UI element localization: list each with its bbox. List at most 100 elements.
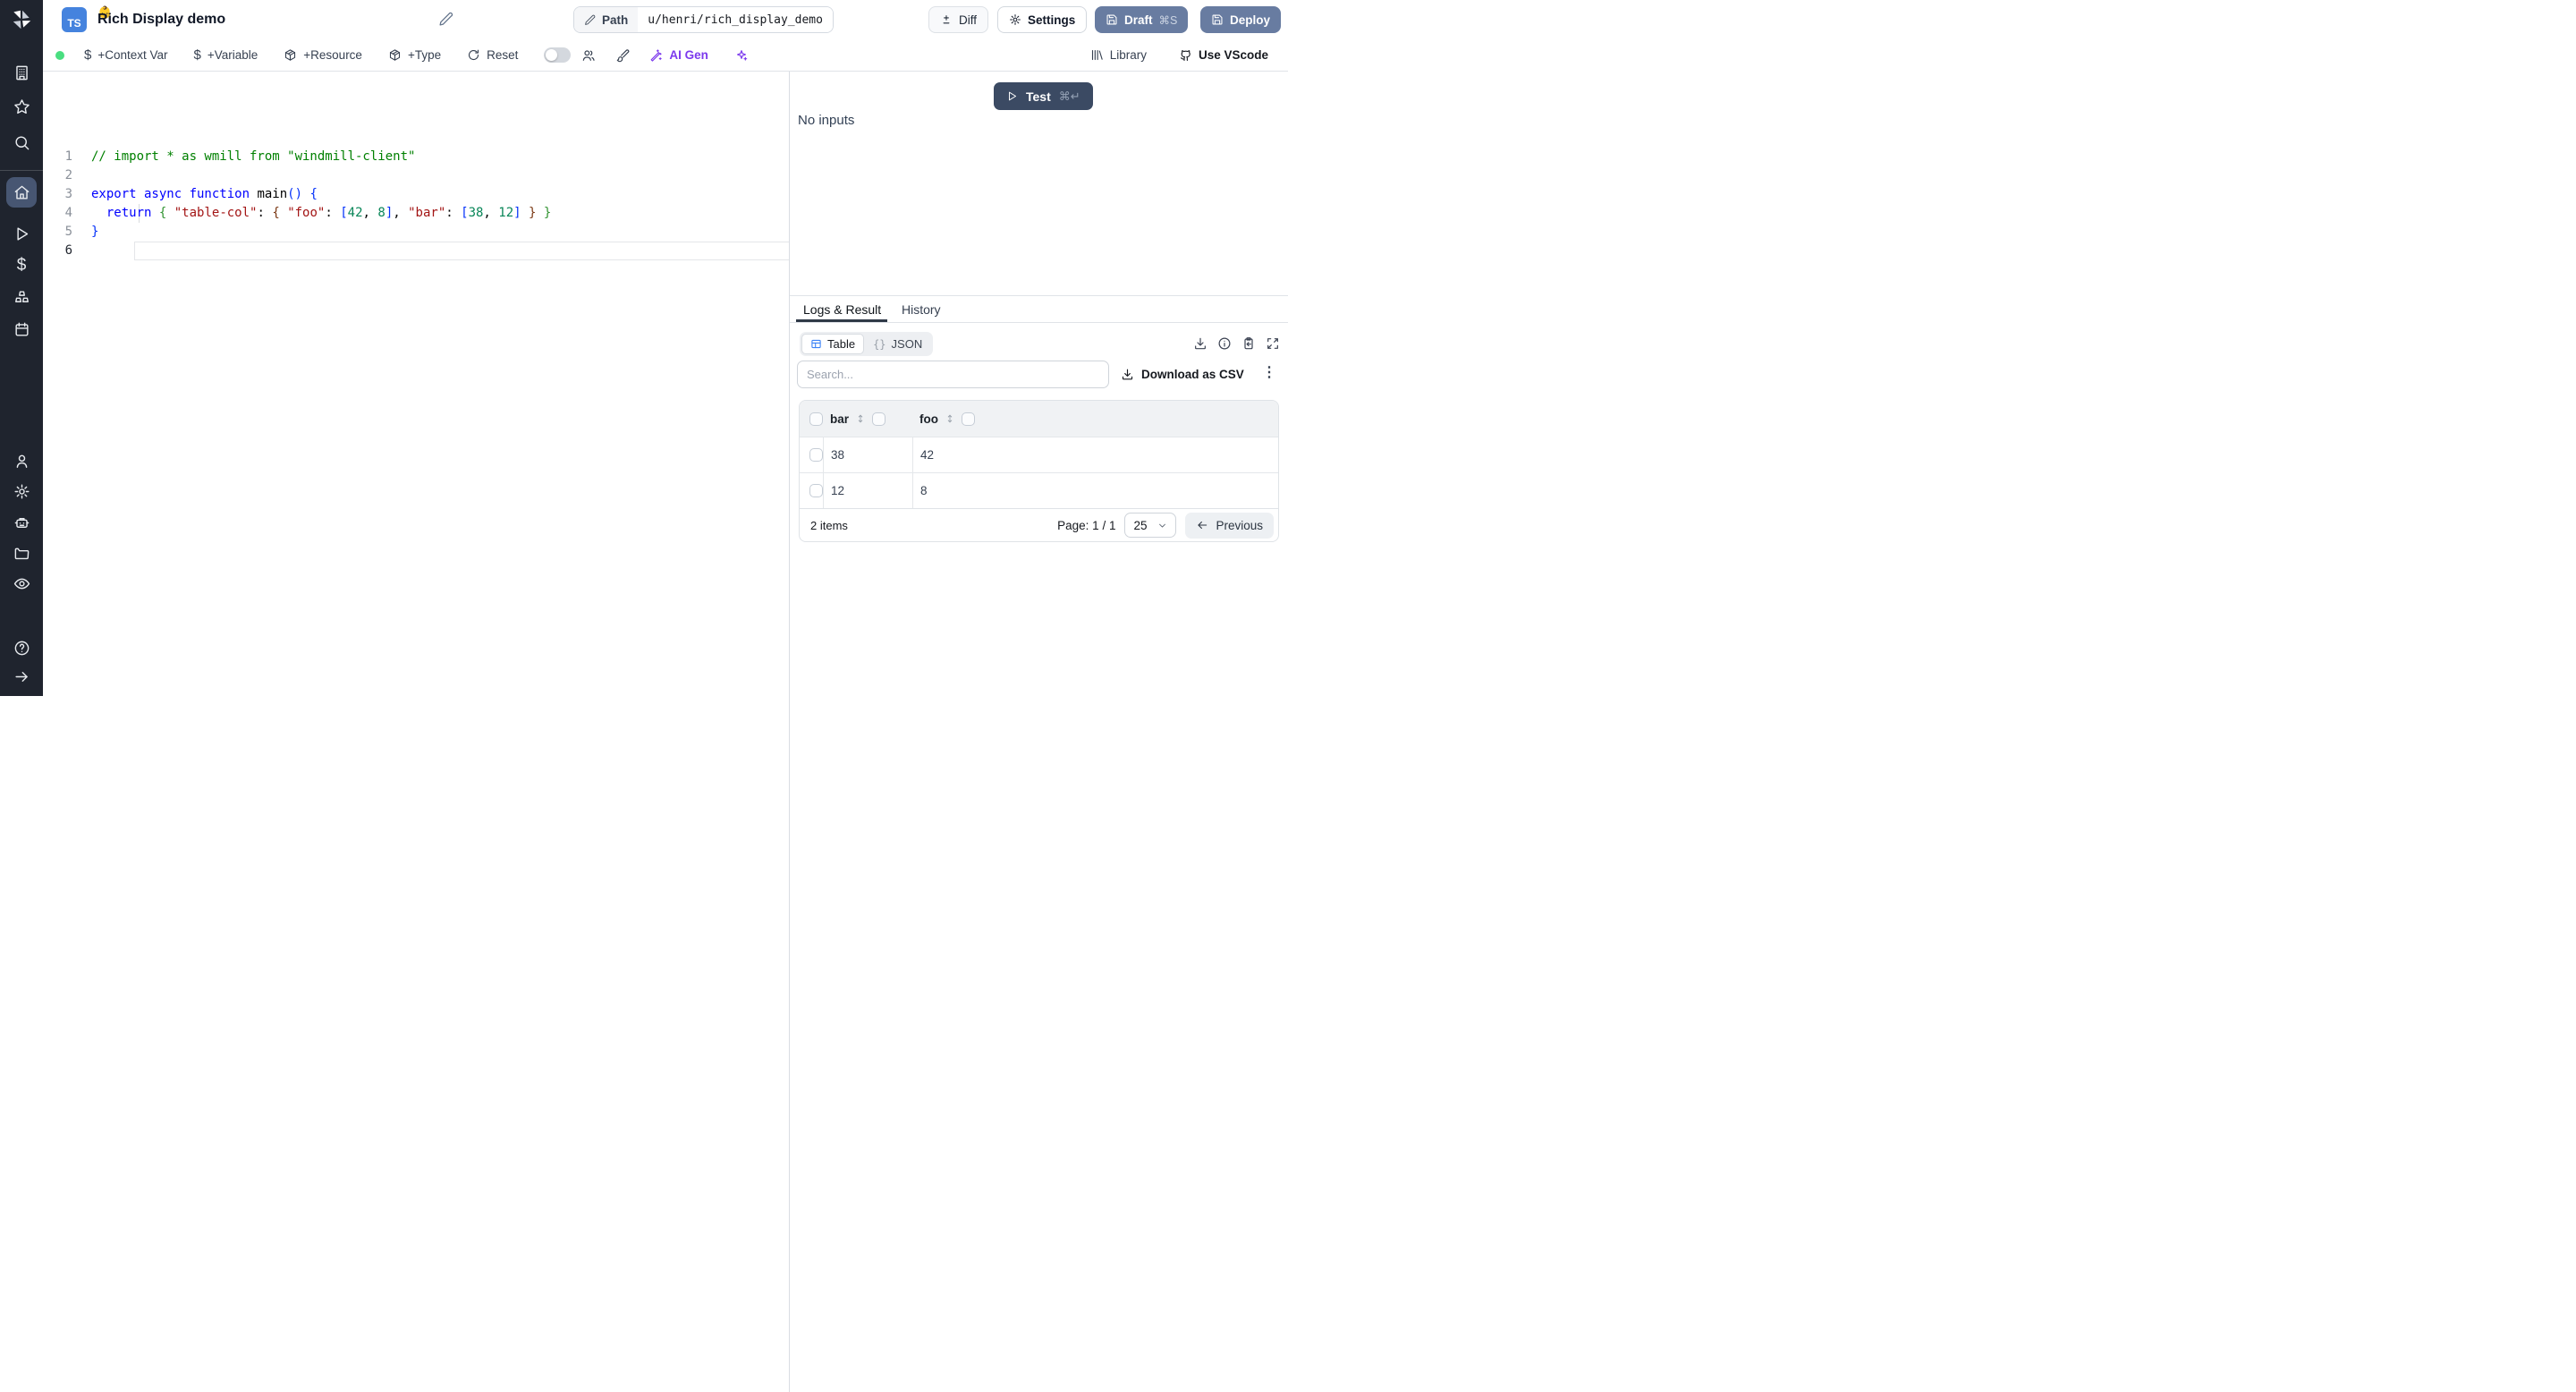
code-line-5[interactable]: 5} <box>43 223 789 242</box>
tab-history[interactable]: History <box>902 302 941 317</box>
settings-button-label: Settings <box>1028 13 1076 27</box>
test-button-label: Test <box>1026 89 1051 104</box>
collab-toggle[interactable] <box>544 47 572 63</box>
table-menu-kebab-icon[interactable]: ⋮ <box>1262 363 1276 381</box>
header: TS 👶 Rich Display demo Path u/henri/rich… <box>43 0 1288 39</box>
path-label: Path <box>602 13 629 27</box>
page-indicator: Page: 1 / 1 <box>1057 518 1116 532</box>
sidebar-item-folders[interactable] <box>0 538 43 568</box>
sidebar-item-settings[interactable] <box>0 476 43 506</box>
row-checkbox[interactable] <box>809 484 823 497</box>
select-all-checkbox[interactable] <box>809 412 823 426</box>
users-icon[interactable] <box>581 48 596 63</box>
sort-bar-icon[interactable] <box>855 412 866 425</box>
typescript-badge: TS 👶 <box>62 6 112 32</box>
add-resource-label: +Resource <box>303 48 362 62</box>
diff-button[interactable]: Diff <box>928 6 989 33</box>
sidebar-item-runs[interactable] <box>0 218 43 249</box>
code-line-6[interactable]: 6 <box>43 242 789 260</box>
add-resource-button[interactable]: +Resource <box>284 48 362 62</box>
add-variable-button[interactable]: $ +Variable <box>194 47 258 63</box>
page-size-select[interactable]: 25 <box>1124 513 1177 538</box>
path-value: u/henri/rich_display_demo <box>638 7 833 32</box>
settings-button[interactable]: Settings <box>997 6 1088 33</box>
sidebar-item-variables[interactable]: $ <box>0 250 43 281</box>
sidebar-expand-button[interactable] <box>0 661 43 692</box>
column-bar-checkbox[interactable] <box>872 412 886 426</box>
sort-foo-icon[interactable] <box>945 412 955 425</box>
tab-logs-result[interactable]: Logs & Result <box>803 302 881 317</box>
search-input[interactable] <box>797 361 1109 388</box>
code-text: return { "table-col": { "foo": [42, 8], … <box>106 206 552 220</box>
view-table-button[interactable]: Table <box>801 334 865 354</box>
sidebar-item-resources[interactable] <box>0 282 43 312</box>
table-cell: 38 <box>831 448 845 462</box>
table-cell: 8 <box>920 484 928 497</box>
add-context-var-button[interactable]: $ +Context Var <box>84 47 168 63</box>
code-line-2[interactable]: 2 <box>43 166 789 185</box>
add-type-button[interactable]: +Type <box>388 48 441 62</box>
save-icon <box>1211 13 1224 26</box>
info-icon[interactable] <box>1217 336 1232 351</box>
expand-icon[interactable] <box>1266 336 1280 351</box>
previous-label: Previous <box>1216 518 1263 532</box>
column-foo-checkbox[interactable] <box>962 412 975 426</box>
preview-panel: Test ⌘↵ No inputs Logs & Result History … <box>790 72 1288 1392</box>
sidebar-item-workers[interactable] <box>0 507 43 538</box>
table-cell: 42 <box>920 448 935 462</box>
copy-clipboard-icon[interactable] <box>1241 336 1256 351</box>
package-icon <box>388 48 402 62</box>
table-header-row: bar foo <box>800 401 1278 437</box>
sidebar-item-users[interactable] <box>0 446 43 476</box>
items-count: 2 items <box>810 518 848 532</box>
chevron-down-icon <box>1157 521 1167 530</box>
sidebar-item-help[interactable] <box>0 632 43 663</box>
download-icon <box>1121 368 1134 381</box>
sidebar-item-audit-logs[interactable] <box>0 568 43 598</box>
previous-page-button[interactable]: Previous <box>1185 512 1274 539</box>
windmill-logo-icon[interactable] <box>10 8 33 31</box>
sidebar-item-workspace[interactable] <box>0 57 43 88</box>
format-brush-icon[interactable] <box>615 48 630 63</box>
test-shortcut: ⌘↵ <box>1058 89 1080 103</box>
table-row: 38 42 <box>800 437 1278 472</box>
ai-gen-button[interactable]: AI Gen <box>649 48 708 62</box>
sidebar-item-favorites[interactable] <box>0 91 43 122</box>
use-vscode-button[interactable]: Use VScode <box>1179 48 1268 62</box>
save-icon <box>1106 13 1118 26</box>
code-line-3[interactable]: 3 export async function main() { <box>43 185 789 204</box>
reset-button[interactable]: Reset <box>467 48 518 62</box>
draft-button[interactable]: Draft ⌘S <box>1095 6 1189 33</box>
library-label: Library <box>1109 48 1147 62</box>
draft-shortcut: ⌘S <box>1158 13 1178 27</box>
result-table: bar foo 38 42 12 8 2 items Page: 1 / 1 25 <box>799 400 1279 542</box>
sparkles-icon[interactable] <box>734 48 749 63</box>
deploy-button[interactable]: Deploy <box>1200 6 1282 33</box>
download-result-icon[interactable] <box>1193 336 1208 351</box>
package-icon <box>284 48 297 62</box>
reset-label: Reset <box>487 48 519 62</box>
code-editor[interactable]: 1 // import * as wmill from "windmill-cli… <box>43 72 829 1392</box>
code-line-1[interactable]: 1 // import * as wmill from "windmill-cli… <box>43 148 789 166</box>
sidebar-item-search[interactable] <box>0 127 43 157</box>
arrow-left-icon <box>1196 519 1208 531</box>
toggle-knob <box>546 49 558 61</box>
page-title: Rich Display demo <box>97 12 226 27</box>
sidebar-item-home[interactable] <box>6 177 37 208</box>
sidebar-item-schedules[interactable] <box>0 314 43 344</box>
table-footer: 2 items Page: 1 / 1 25 Previous <box>800 508 1278 541</box>
download-csv-label: Download as CSV <box>1141 368 1244 381</box>
column-header-bar: bar <box>830 412 850 426</box>
edit-title-pencil-icon[interactable] <box>438 12 453 27</box>
gear-icon <box>1009 13 1021 26</box>
view-json-button[interactable]: {} JSON <box>864 337 931 351</box>
path-control[interactable]: Path u/henri/rich_display_demo <box>573 6 834 33</box>
download-csv-button[interactable]: Download as CSV <box>1121 361 1244 388</box>
column-header-foo: foo <box>919 412 938 426</box>
line-number: 5 <box>64 225 72 239</box>
row-checkbox[interactable] <box>809 448 823 462</box>
diff-icon <box>940 13 953 26</box>
test-button[interactable]: Test ⌘↵ <box>994 82 1093 110</box>
code-line-4[interactable]: 4 return { "table-col": { "foo": [42, 8]… <box>43 204 789 223</box>
library-button[interactable]: Library <box>1090 48 1147 62</box>
